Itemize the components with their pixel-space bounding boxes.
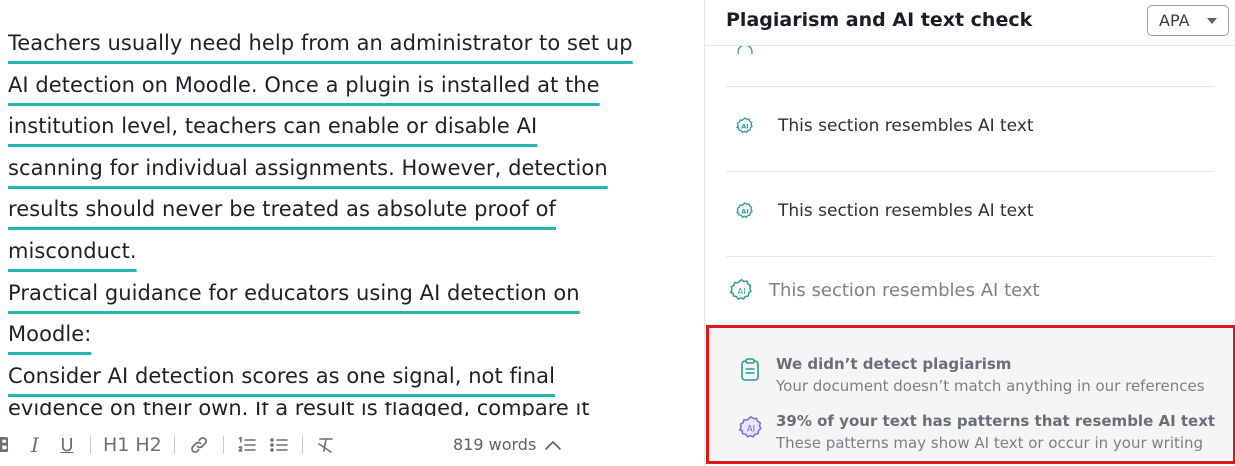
clear-formatting-icon [317, 438, 333, 453]
list-divider [726, 256, 1214, 257]
svg-text:AI: AI [741, 123, 748, 131]
word-count: 819 words [453, 435, 537, 454]
bulleted-list-button[interactable] [268, 430, 290, 460]
toolbar-divider [173, 436, 175, 454]
text-line-partial: evidence on their own. If a result is fl… [8, 402, 590, 416]
text-line[interactable]: Teachers usually need help from an admin… [8, 31, 633, 55]
ai-section-label: This section resembles AI text [769, 280, 1040, 301]
panel-title: Plagiarism and AI text check [726, 9, 1033, 31]
bold-button[interactable]: B [0, 430, 8, 460]
text-line[interactable]: institution level, teachers can enable o… [8, 114, 537, 138]
text-line[interactable]: Practical guidance for educators using A… [8, 281, 580, 305]
toolbar-divider [301, 436, 303, 454]
plagiarism-result: We didn’t detect plagiarism Your documen… [737, 353, 1205, 397]
clipboard-icon [737, 357, 763, 383]
link-icon [190, 437, 207, 453]
text-line[interactable]: AI detection on Moodle. Once a plugin is… [8, 73, 600, 97]
clear-formatting-button[interactable] [315, 430, 337, 460]
numbered-list-icon [238, 436, 256, 452]
chevron-up-icon [545, 440, 562, 450]
svg-text:AI: AI [738, 286, 746, 296]
partial-ai-badge-icon [736, 46, 754, 54]
list-divider [726, 171, 1214, 172]
link-button[interactable] [187, 430, 211, 460]
document-body[interactable]: Teachers usually need help from an admin… [8, 23, 648, 415]
dropdown-caret-icon [1207, 18, 1217, 24]
text-line[interactable]: misconduct. [8, 239, 137, 263]
paragraph-3: Consider AI detection scores as one sign… [8, 356, 648, 398]
ai-result: AI 39% of your text has patterns that re… [737, 410, 1215, 454]
formatting-toolbar: B I U H1 H2 [0, 424, 704, 466]
ai-result-title: 39% of your text has patterns that resem… [776, 412, 1216, 430]
toolbar-divider [222, 436, 224, 454]
ai-badge-icon: AI [734, 115, 756, 137]
underline-button[interactable]: U [56, 430, 78, 460]
toolbar-divider [90, 436, 91, 454]
svg-text:AI: AI [747, 424, 755, 434]
bulleted-list-icon [269, 438, 288, 452]
heading-1-label: H1 [103, 434, 130, 456]
document-editor[interactable]: Teachers usually need help from an admin… [0, 0, 704, 466]
ai-section-item[interactable]: AI This section resembles AI text [734, 200, 1034, 222]
ai-badge-icon: AI [728, 277, 755, 304]
ai-badge-icon: AI [734, 200, 756, 222]
text-line[interactable]: scanning for individual assignments. How… [8, 156, 608, 180]
ai-badge-icon: AI [737, 414, 763, 440]
italic-button[interactable]: I [24, 430, 46, 460]
text-line[interactable]: Consider AI detection scores as one sign… [8, 364, 555, 388]
ai-section-item[interactable]: AI This section resembles AI text [734, 115, 1034, 137]
ai-section-label: This section resembles AI text [778, 116, 1034, 136]
underline-label: U [60, 434, 74, 456]
plagiarism-ai-panel: Plagiarism and AI text check APA AI This… [704, 0, 1235, 466]
citation-style-dropdown[interactable]: APA [1147, 5, 1229, 36]
ai-section-item[interactable]: AI This section resembles AI text [728, 277, 1040, 304]
svg-text:AI: AI [741, 208, 748, 216]
paragraph-1: Teachers usually need help from an admin… [8, 23, 648, 273]
heading-2-button[interactable]: H2 [135, 430, 161, 460]
italic-label: I [31, 433, 39, 457]
partially-visible-line: evidence on their own. If a result is fl… [8, 402, 648, 416]
numbered-list-button[interactable] [236, 430, 258, 460]
ai-result-description: These patterns may show AI text or occur… [776, 434, 1204, 452]
ai-section-label: This section resembles AI text [778, 201, 1034, 221]
citation-style-value: APA [1159, 11, 1190, 30]
plagiarism-result-description: Your document doesn’t match anything in … [776, 377, 1205, 395]
panel-header: Plagiarism and AI text check APA [705, 0, 1235, 46]
check-summary-card: We didn’t detect plagiarism Your documen… [706, 325, 1235, 464]
bold-label: B [0, 433, 8, 457]
paragraph-2: Practical guidance for educators using A… [8, 273, 648, 356]
text-line[interactable]: results should never be treated as absol… [8, 197, 556, 221]
plagiarism-result-title: We didn’t detect plagiarism [776, 355, 1012, 373]
list-divider [726, 86, 1214, 87]
heading-1-button[interactable]: H1 [103, 430, 129, 460]
word-count-toggle[interactable]: 819 words [453, 435, 562, 454]
heading-2-label: H2 [135, 434, 162, 456]
text-line[interactable]: Moodle: [8, 322, 91, 346]
